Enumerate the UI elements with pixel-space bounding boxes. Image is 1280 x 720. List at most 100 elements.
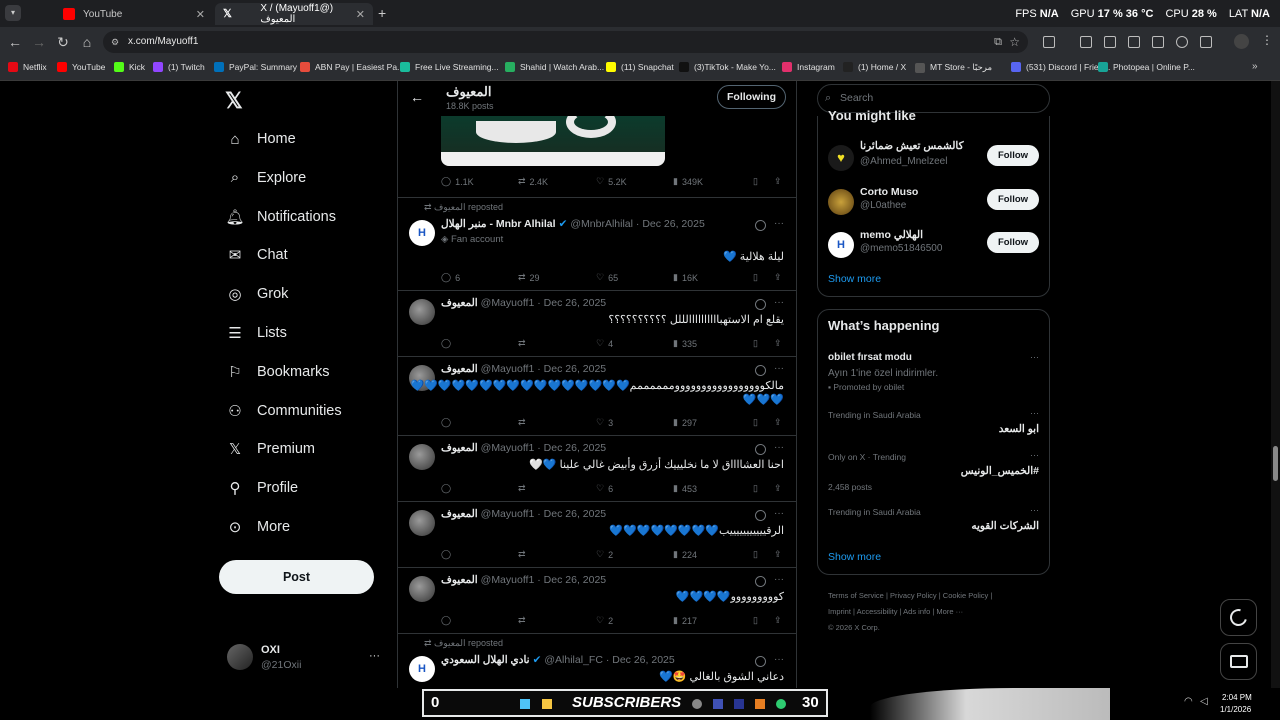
nav-item-lists[interactable]: ☰ Lists	[227, 320, 287, 346]
nav-item-home[interactable]: ⌂ Home	[227, 126, 295, 152]
url-input[interactable]: ⚙ x.com/Mayuoff1 ⧉ ☆	[103, 31, 1028, 53]
suggested-user[interactable]: ♥ كالشمس تعيش ضمائرنا @Ahmed_Mnelzeel Follo…	[818, 140, 1049, 180]
footer-link[interactable]: Accessibility	[857, 607, 898, 616]
new-tab-button[interactable]: +	[378, 5, 386, 21]
taskbar-app-icon[interactable]	[692, 699, 702, 709]
taskbar-app-icon[interactable]	[713, 699, 723, 709]
reply-button[interactable]: ◯	[441, 615, 455, 626]
author-handle[interactable]: @Mayuoff1	[481, 508, 535, 520]
scrollbar-thumb[interactable]	[1273, 446, 1278, 481]
close-icon[interactable]: ✕	[356, 8, 365, 21]
suggested-user[interactable]: Corto Muso @L0athee Follow	[818, 184, 1049, 224]
grok-explain-icon[interactable]	[755, 220, 766, 231]
bookmark-item[interactable]: YouTube	[57, 62, 105, 72]
taskbar-app-icon[interactable]	[734, 699, 744, 709]
bookmark-button[interactable]: ▯	[753, 272, 758, 283]
xbox-icon[interactable]	[776, 699, 786, 709]
reply-button[interactable]: ◯	[441, 549, 455, 560]
share-button[interactable]: ⇪	[774, 549, 782, 560]
bookmark-item[interactable]: Shahid | Watch Arab...	[505, 62, 604, 72]
tweet-date[interactable]: Dec 26, 2025	[642, 218, 704, 230]
follow-button[interactable]: Follow	[987, 188, 1039, 210]
grok-explain-icon[interactable]	[755, 576, 766, 587]
tweet-date[interactable]: Dec 26, 2025	[544, 297, 606, 309]
nav-item-more[interactable]: ⊙ More	[227, 514, 290, 540]
bookmark-button[interactable]: ▯	[753, 176, 758, 187]
account-menu-icon[interactable]: ···	[369, 650, 380, 662]
avatar[interactable]: H	[409, 220, 435, 246]
author-name[interactable]: منبر الهلال - Mnbr Alhilal	[441, 218, 556, 230]
like-button[interactable]: ♡ 4	[596, 338, 613, 349]
more-icon[interactable]: ···	[774, 363, 784, 374]
author-handle[interactable]: @Mayuoff1	[481, 442, 535, 454]
nav-item-communities[interactable]: ⚇ Communities	[227, 398, 341, 424]
nav-item-chat[interactable]: ✉ Chat	[227, 242, 288, 268]
download-icon[interactable]	[1080, 36, 1092, 48]
bookmarks-overflow-icon[interactable]: »	[1252, 61, 1258, 72]
back-icon[interactable]: ←	[7, 34, 23, 50]
repost-button[interactable]: ⇄	[518, 483, 530, 494]
bookmark-button[interactable]: ▯	[753, 417, 758, 428]
translate-icon[interactable]	[1128, 36, 1140, 48]
clock-date[interactable]: 1/1/2026	[1220, 705, 1251, 714]
nav-item-explore[interactable]: ⌕ Explore	[227, 165, 306, 191]
tweet-date[interactable]: Dec 26, 2025	[544, 363, 606, 375]
back-arrow-icon[interactable]: ←	[410, 89, 424, 105]
avatar[interactable]	[409, 576, 435, 602]
repost-button[interactable]: ⇄ 2.4K	[518, 176, 548, 187]
tweet[interactable]: المعيوف @Mayuoff1 · Dec 26, 2025 ··· احنا …	[398, 436, 796, 502]
repost-button[interactable]: ⇄	[518, 417, 530, 428]
like-button[interactable]: ♡ 5.2K	[596, 176, 627, 187]
star-icon[interactable]: ☆	[1009, 31, 1020, 53]
bookmark-item[interactable]: PayPal: Summary	[214, 62, 297, 72]
like-button[interactable]: ♡ 2	[596, 549, 613, 560]
reload-icon[interactable]: ↻	[55, 34, 71, 50]
views-button[interactable]: ▮ 16K	[673, 272, 698, 283]
tweet-date[interactable]: Dec 26, 2025	[544, 442, 606, 454]
author-name[interactable]: المعيوف	[441, 574, 478, 586]
views-button[interactable]: ▮ 297	[673, 417, 697, 428]
views-button[interactable]: ▮ 217	[673, 615, 697, 626]
bookmark-button[interactable]: ▯	[753, 483, 758, 494]
bookmark-item[interactable]: MT Store - مرحبًا	[915, 62, 992, 73]
follow-button[interactable]: Follow	[987, 145, 1039, 166]
reply-button[interactable]: ◯	[441, 338, 455, 349]
tab-x[interactable]: 𝕏 X / (Mayuoff1@) المعيوف ✕	[215, 3, 373, 25]
following-button[interactable]: Following	[717, 85, 786, 109]
more-icon[interactable]: ···	[1030, 450, 1039, 460]
footer-link[interactable]: Terms of Service	[828, 591, 884, 600]
link-icon[interactable]	[1200, 36, 1212, 48]
more-icon[interactable]: ···	[774, 574, 784, 585]
site-info-icon[interactable]: ⚙	[111, 31, 119, 53]
share-button[interactable]: ⇪	[774, 483, 782, 494]
close-icon[interactable]: ✕	[196, 8, 205, 21]
bookmark-button[interactable]: ▯	[753, 615, 758, 626]
repost-button[interactable]: ⇄	[518, 549, 530, 560]
follow-button[interactable]: Follow	[987, 232, 1039, 253]
account-switcher[interactable]: OXI @21Oxii ···	[219, 638, 389, 678]
bookmark-item[interactable]: Free Live Streaming...	[400, 62, 499, 72]
views-button[interactable]: ▮ 349K	[673, 176, 703, 187]
reply-button[interactable]: ◯	[441, 483, 455, 494]
nav-item-bookmarks[interactable]: ⚐ Bookmarks	[227, 359, 329, 385]
tweet-date[interactable]: Dec 26, 2025	[544, 508, 606, 520]
post-button[interactable]: Post	[219, 560, 374, 594]
bookmark-item[interactable]: Netflix	[8, 62, 47, 72]
history-icon[interactable]	[1176, 36, 1188, 48]
grok-explain-icon[interactable]	[755, 365, 766, 376]
footer-link[interactable]: Privacy Policy	[890, 591, 937, 600]
profile-avatar[interactable]	[1234, 34, 1249, 49]
share-button[interactable]: ⇪	[774, 272, 782, 283]
show-more-link[interactable]: Show more	[828, 551, 881, 563]
repost-button[interactable]: ⇄ 29	[518, 272, 540, 283]
nav-item-grok[interactable]: ◎ Grok	[227, 281, 288, 307]
bookmark-button[interactable]: ▯	[753, 338, 758, 349]
volume-icon[interactable]: ◁	[1200, 696, 1208, 707]
like-button[interactable]: ♡ 65	[596, 272, 618, 283]
bookmark-item[interactable]: ABN Pay | Easiest Pa...	[300, 62, 404, 72]
grok-button[interactable]	[1220, 599, 1257, 636]
home-button-icon[interactable]: ⌂	[79, 34, 95, 50]
page-scrollbar[interactable]	[1271, 81, 1280, 688]
more-icon[interactable]: ···	[774, 218, 784, 229]
footer-link[interactable]: Cookie Policy	[943, 591, 988, 600]
